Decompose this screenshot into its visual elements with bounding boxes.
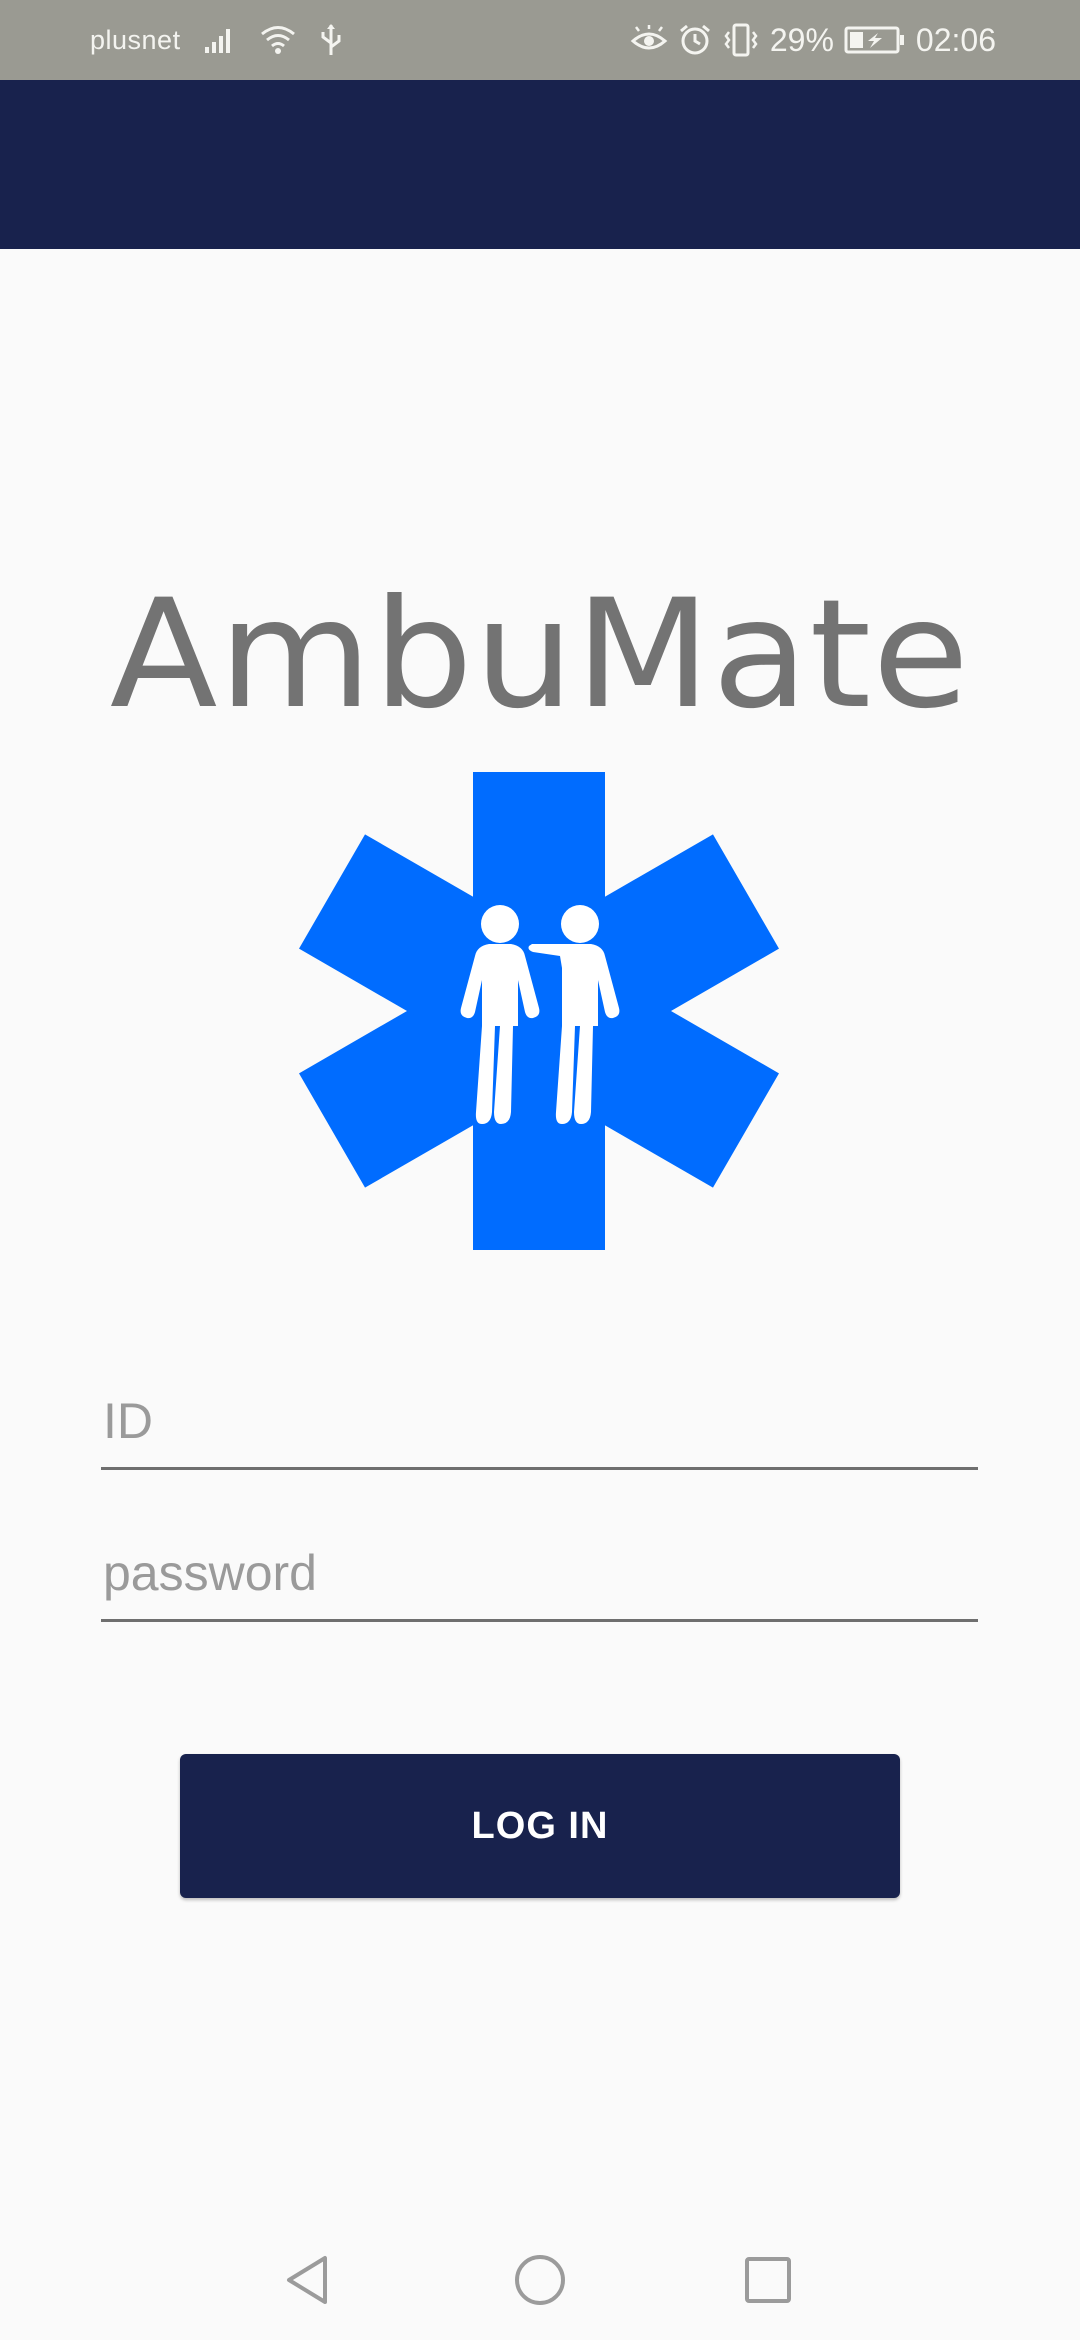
carrier-name: plusnet	[90, 24, 181, 55]
status-right: 29% 02:06	[630, 0, 996, 80]
alarm-icon	[678, 23, 712, 57]
battery-charging-icon	[844, 25, 906, 55]
home-icon[interactable]	[508, 2248, 572, 2312]
usb-icon	[319, 23, 343, 57]
vibrate-icon	[722, 23, 760, 57]
recents-icon[interactable]	[736, 2248, 800, 2312]
password-input[interactable]	[101, 1532, 978, 1622]
navigation-bar	[0, 2220, 1080, 2340]
signal-icon	[203, 25, 237, 55]
eye-icon	[630, 25, 668, 55]
id-field[interactable]	[101, 1380, 978, 1470]
password-field[interactable]	[101, 1532, 978, 1622]
app-bar	[0, 80, 1080, 249]
login-button[interactable]: LOG IN	[180, 1754, 900, 1898]
back-icon[interactable]	[277, 2248, 341, 2312]
app-title: AmbuMate	[109, 568, 971, 742]
id-input[interactable]	[101, 1380, 978, 1470]
status-left: plusnet	[90, 0, 343, 80]
star-of-life-two-people-icon	[299, 772, 779, 1250]
status-bar: plusnet 29% 02:06	[0, 0, 1080, 80]
battery-percent: 29%	[769, 21, 834, 58]
wifi-icon	[259, 24, 297, 56]
clock: 02:06	[915, 21, 996, 58]
